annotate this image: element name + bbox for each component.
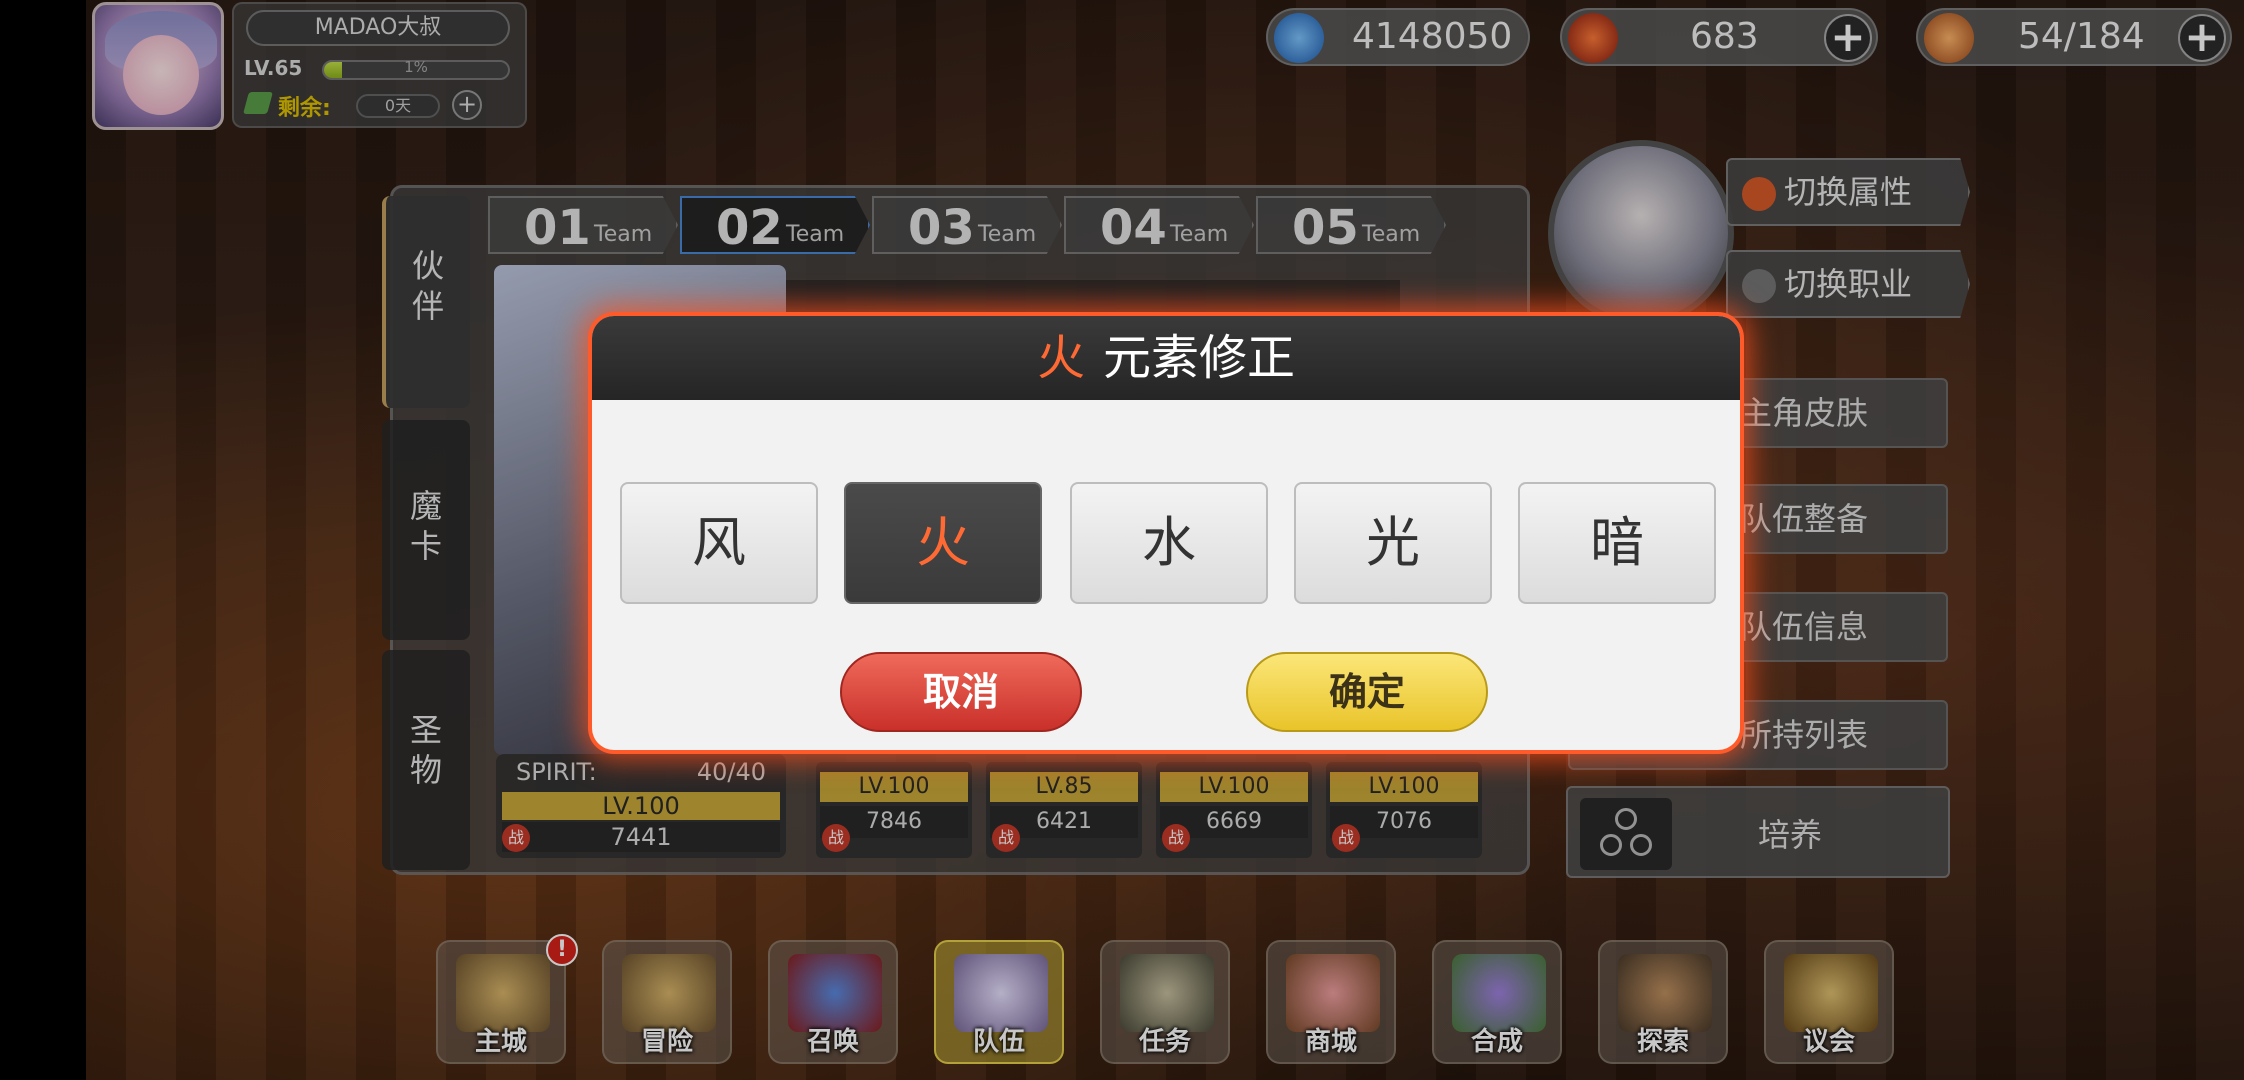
element-water-button[interactable]: 水 bbox=[1070, 482, 1268, 604]
confirm-button[interactable]: 确定 bbox=[1246, 652, 1488, 732]
element-wind-button[interactable]: 风 bbox=[620, 482, 818, 604]
dialog-title: 火元素修正 bbox=[592, 316, 1740, 400]
element-fire-button[interactable]: 火 bbox=[844, 482, 1042, 604]
dialog-title-element: 火 bbox=[1036, 330, 1085, 386]
element-dark-button[interactable]: 暗 bbox=[1518, 482, 1716, 604]
element-light-button[interactable]: 光 bbox=[1294, 482, 1492, 604]
cancel-button[interactable]: 取消 bbox=[840, 652, 1082, 732]
element-correction-dialog: 火元素修正 风 火 水 光 暗 取消 确定 bbox=[592, 316, 1740, 750]
dialog-title-text: 元素修正 bbox=[1103, 330, 1296, 386]
